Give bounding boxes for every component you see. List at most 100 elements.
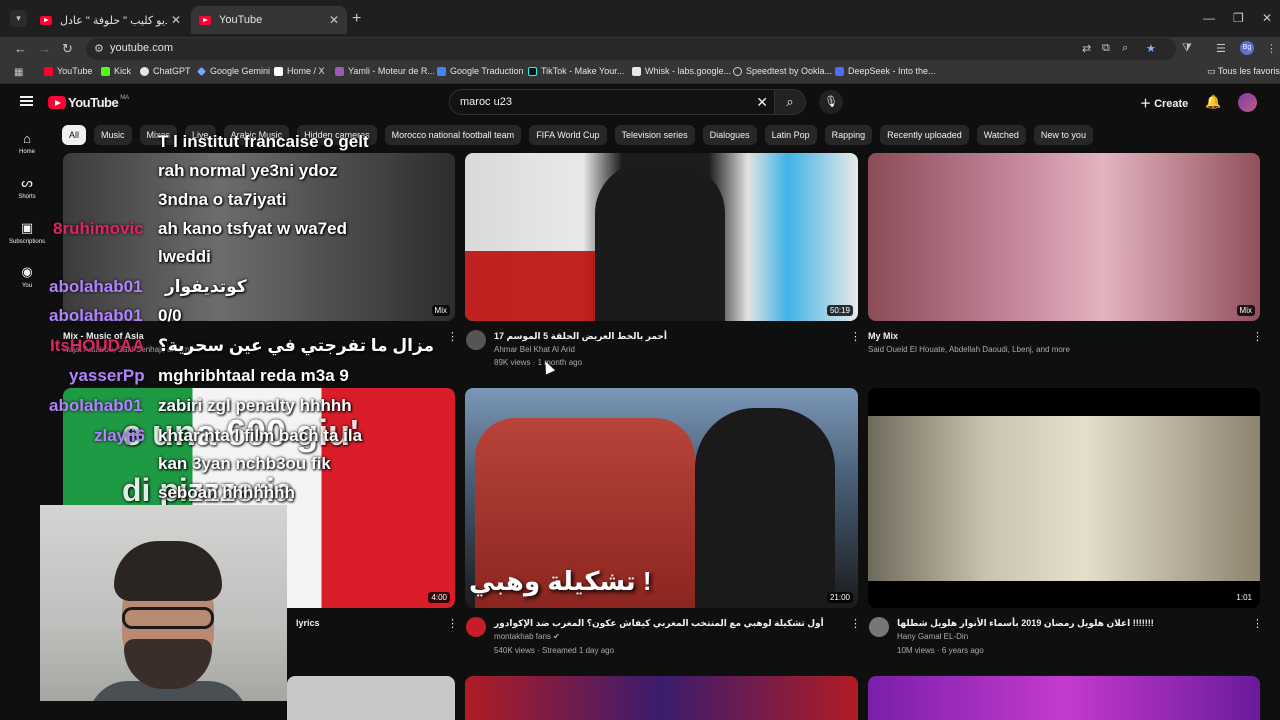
bookmark-deepseek[interactable]: DeepSeek - Into the... <box>835 66 936 76</box>
video-thumbnail[interactable]: تشكيلة وهبي ! 21:00 <box>465 388 858 608</box>
tab-groups-icon[interactable]: ☰ <box>1216 42 1226 55</box>
more-actions-icon[interactable]: ⋮ <box>1252 330 1263 343</box>
chip[interactable]: Mixes <box>139 125 178 145</box>
extensions-icon[interactable]: ⧩ <box>1182 42 1192 55</box>
chip[interactable]: Dialogues <box>702 125 757 145</box>
video-title[interactable]: اعلان هلويل رمضان 2019 بأسماء الأنوار هل… <box>897 618 1154 629</box>
bookmark-yamli[interactable]: Yamli - Moteur de R... <box>335 66 435 76</box>
chip[interactable]: New to you <box>1033 125 1093 145</box>
video-thumbnail[interactable]: Mix <box>63 153 455 321</box>
voice-search-button[interactable]: 🎙 <box>819 90 843 114</box>
video-thumbnail[interactable] <box>287 676 455 720</box>
notifications-bell-icon[interactable]: 🔔 <box>1205 94 1221 110</box>
rail-item-home[interactable]: ⌂ Home <box>0 131 54 155</box>
bookmark-whisk[interactable]: Whisk - labs.google... <box>632 66 731 76</box>
streamer-webcam <box>40 505 287 701</box>
channel-avatar[interactable] <box>466 330 486 350</box>
close-window-icon[interactable]: ✕ <box>1262 11 1272 25</box>
channel-avatar-live[interactable] <box>466 617 486 637</box>
chip[interactable]: Morocco national football team <box>384 125 522 145</box>
thumbnail-text: تشكيلة وهبي ! <box>469 566 652 596</box>
channel-name[interactable]: Najat Aatabou, Said Senhaji, and more <box>63 345 201 354</box>
rail-label: Subscriptions <box>8 239 46 245</box>
apps-grid-icon[interactable]: ▦ <box>14 67 23 78</box>
rail-item-subscriptions[interactable]: ▣ Subscriptions <box>0 220 54 245</box>
youtube-play-icon <box>48 96 66 109</box>
video-title[interactable]: 17 أحمر بالخط العريض الحلقة 5 الموسم <box>494 331 667 342</box>
rail-item-you[interactable]: ◉ You <box>0 264 54 289</box>
bookmark-speedtest[interactable]: Speedtest by Ookla... <box>733 66 832 76</box>
video-thumbnail[interactable]: 1:01 <box>868 388 1260 608</box>
address-bar[interactable]: ⚙ youtube.com ⇄ ⧉ ⌕ ★ <box>86 38 1176 60</box>
close-tab-icon[interactable]: ✕ <box>171 13 181 27</box>
profile-avatar[interactable]: Bg <box>1240 41 1254 55</box>
video-title[interactable]: lyrics <box>296 618 320 628</box>
minimize-icon[interactable]: — <box>1203 11 1215 25</box>
close-tab-icon[interactable]: ✕ <box>329 13 339 27</box>
chip[interactable]: Recently uploaded <box>880 125 969 145</box>
channel-name[interactable]: Hany Gamal EL-Din <box>897 632 968 641</box>
deepseek-icon <box>835 66 844 76</box>
search-input[interactable]: maroc u23 ✕ <box>449 89 775 115</box>
clear-search-icon[interactable]: ✕ <box>756 90 768 114</box>
chip[interactable]: Latin Pop <box>764 125 817 145</box>
youtube-logo[interactable]: YouTube MA <box>48 95 129 110</box>
video-thumbnail[interactable]: Mix <box>868 153 1260 321</box>
reload-icon[interactable]: ↻ <box>62 41 73 57</box>
bookmark-chatgpt[interactable]: ChatGPT <box>140 66 191 76</box>
search-button[interactable]: ⌕ <box>775 89 806 115</box>
video-thumbnail[interactable] <box>465 676 858 720</box>
bookmark-translate[interactable]: Google Traduction <box>437 66 524 76</box>
tab-search-button[interactable]: ▾ <box>10 10 27 27</box>
chip[interactable]: Arabic Music <box>223 125 290 145</box>
maximize-icon[interactable]: ❐ <box>1233 11 1244 25</box>
install-app-icon[interactable]: ⧉ <box>1102 42 1110 55</box>
site-info-icon[interactable]: ⚙ <box>94 42 104 55</box>
video-thumbnail[interactable]: 50:19 <box>465 153 858 321</box>
translate-icon[interactable]: ⇄ <box>1082 42 1091 55</box>
more-actions-icon[interactable]: ⋮ <box>447 617 458 630</box>
more-actions-icon[interactable]: ⋮ <box>447 330 458 343</box>
browser-menu-icon[interactable]: ⋮ <box>1266 42 1277 55</box>
new-tab-button[interactable]: + <box>352 10 361 28</box>
video-title[interactable]: Mix - Music of Asia <box>63 331 144 341</box>
channel-name[interactable]: Ahmar Bel Khat Al Arid <box>494 345 575 354</box>
account-avatar[interactable] <box>1238 93 1257 112</box>
browser-tab-1[interactable]: حصري-فيديو كليب " حلوفة " عادل ✕ <box>32 6 189 34</box>
chip[interactable]: Watched <box>976 125 1026 145</box>
bookmark-label: Google Traduction <box>450 66 524 76</box>
more-actions-icon[interactable]: ⋮ <box>850 330 861 343</box>
browser-tab-2[interactable]: YouTube ✕ <box>191 6 347 34</box>
rail-item-shorts[interactable]: ᔕ Shorts <box>0 175 54 200</box>
more-actions-icon[interactable]: ⋮ <box>1252 617 1263 630</box>
bookmark-tiktok[interactable]: TikTok - Make Your... <box>528 66 624 76</box>
bookmark-x[interactable]: Home / X <box>274 66 325 76</box>
chip[interactable]: FIFA World Cup <box>529 125 607 145</box>
channel-name[interactable]: Said Oueld El Houate, Abdellah Daoudi, L… <box>868 345 1070 354</box>
video-title[interactable]: My Mix <box>868 331 898 341</box>
menu-icon[interactable] <box>20 96 33 106</box>
channel-name[interactable]: montakhab fans ✔ <box>494 632 560 641</box>
chip[interactable]: Rapping <box>824 125 873 145</box>
chip[interactable]: Television series <box>614 125 695 145</box>
microphone-icon: 🎙 <box>824 96 838 108</box>
video-thumbnail[interactable] <box>868 676 1260 720</box>
chip[interactable]: Music <box>94 125 132 145</box>
forward-icon[interactable]: → <box>38 41 51 56</box>
all-bookmarks-folder[interactable]: ▭ Tous les favoris <box>1207 66 1280 77</box>
bookmark-star-icon[interactable]: ★ <box>1146 42 1156 55</box>
bookmark-gemini[interactable]: Google Gemini <box>197 66 270 76</box>
chip[interactable]: Live <box>185 125 216 145</box>
create-button[interactable]: ＋ Create <box>1140 95 1188 111</box>
bookmark-label: TikTok - Make Your... <box>541 66 625 76</box>
video-title[interactable]: أول تشكيلة لوهبي مع المنتخب المغربي كيفا… <box>494 618 824 629</box>
channel-avatar[interactable] <box>869 617 889 637</box>
zoom-icon[interactable]: ⌕ <box>1122 42 1128 55</box>
chip-all[interactable]: All <box>62 125 87 145</box>
back-icon[interactable]: ← <box>14 41 27 56</box>
bookmark-youtube[interactable]: YouTube <box>44 66 92 76</box>
kick-icon <box>101 66 110 76</box>
chip[interactable]: Hidden cameras <box>297 125 377 145</box>
bookmark-kick[interactable]: Kick <box>101 66 131 76</box>
more-actions-icon[interactable]: ⋮ <box>850 617 861 630</box>
